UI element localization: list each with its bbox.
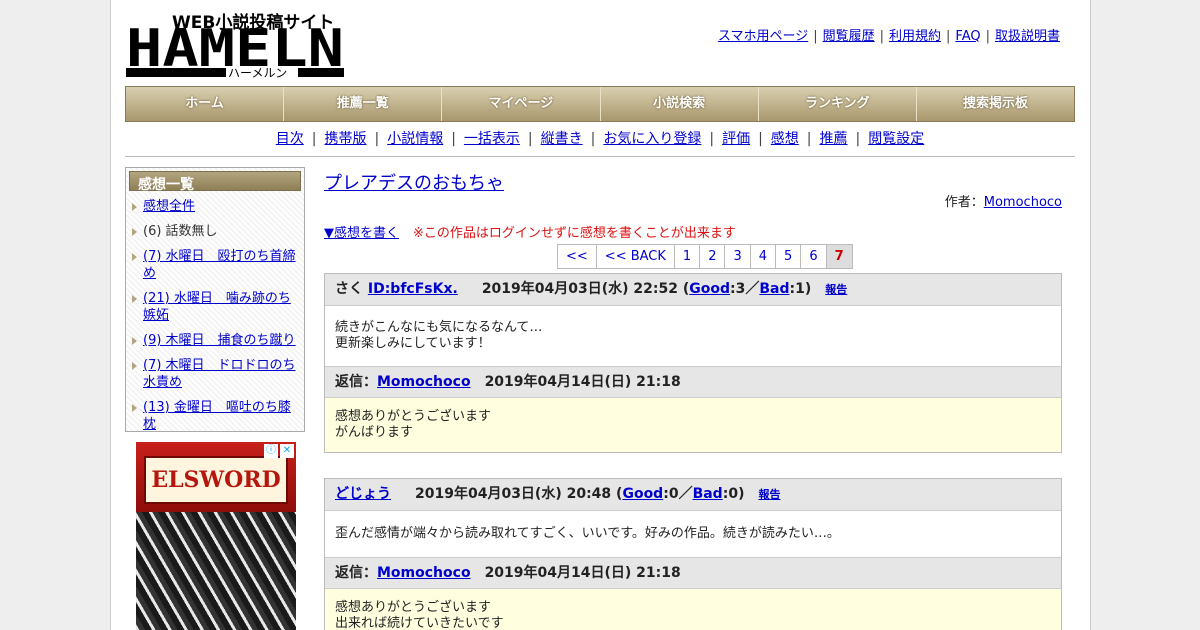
subnav-comments[interactable]: 感想 — [771, 131, 799, 147]
login-warning: ※この作品はログインせずに感想を書くことが出来ます — [413, 226, 736, 241]
comment-header: どじょう 2019年04月03日(水) 20:48 (Good:0／Bad:0) 報… — [325, 479, 1061, 511]
comment-card: どじょう 2019年04月03日(水) 20:48 (Good:0／Bad:0) 報… — [324, 478, 1062, 630]
toplink-manual[interactable]: 取扱説明書 — [995, 29, 1060, 44]
subnav-favorite[interactable]: お気に入り登録 — [603, 131, 701, 147]
toplink-faq[interactable]: FAQ — [955, 29, 980, 44]
pager-page[interactable]: 4 — [750, 245, 777, 268]
ad-brand-logo: ELSWORD — [144, 456, 288, 504]
bad-link[interactable]: Bad — [759, 281, 789, 297]
author-link[interactable]: Momochoco — [984, 195, 1062, 210]
subnav-show-all[interactable]: 一括表示 — [464, 131, 520, 147]
sidebar-title: 感想一覧 — [129, 171, 301, 193]
main-nav: ホーム 推薦一覧 マイページ 小説検索 ランキング 捜索掲示板 — [125, 86, 1075, 122]
nav-home[interactable]: ホーム — [126, 87, 285, 121]
reply-user-link[interactable]: Momochoco — [377, 374, 471, 390]
sidebar-list: 感想全件 (6) 話数無し (7) 水曜日 殴打のち首締め (21) 水曜日 噛… — [129, 194, 301, 437]
reply-label: 返信： — [335, 374, 377, 390]
bad-link[interactable]: Bad — [693, 486, 723, 502]
sidebar-item-episode[interactable]: (13) 金曜日 嘔吐のち膝枕 — [129, 395, 301, 437]
nav-recommendations[interactable]: 推薦一覧 — [284, 87, 443, 121]
subnav-mobile[interactable]: 携帯版 — [324, 131, 366, 147]
close-icon[interactable]: ✕ — [280, 444, 294, 458]
sidebar-item-all[interactable]: 感想全件 — [129, 194, 301, 219]
reply-header: 返信：Momochoco 2019年04月14日(日) 21:18 — [325, 366, 1061, 398]
toplink-history[interactable]: 閲覧履歴 — [823, 29, 875, 44]
bad-count: 0 — [728, 486, 739, 502]
pager-page[interactable]: 1 — [674, 245, 701, 268]
reply-user-link[interactable]: Momochoco — [377, 565, 471, 581]
good-link[interactable]: Good — [689, 281, 730, 297]
pagination: << << BACK 1 2 3 4 5 6 7 — [557, 244, 853, 269]
pager-first[interactable]: << — [558, 245, 597, 268]
pager-page[interactable]: 2 — [700, 245, 726, 268]
pager-back[interactable]: << BACK — [596, 245, 675, 268]
comment-date: 2019年04月03日(水) 22:52 — [481, 281, 678, 297]
author-label: 作者： — [944, 195, 984, 210]
reply-label: 返信： — [335, 565, 377, 581]
novel-subnav: 目次 | 携帯版 | 小説情報 | 一括表示 | 縦書き | お気に入り登録 | 評価 | 感想 | 推薦 | 閲覧… — [275, 131, 925, 147]
comment-header: さく ID:bfcFsKx. 2019年04月03日(水) 22:52 (Good… — [325, 274, 1061, 306]
sidebar-item-episode[interactable]: (9) 木曜日 捕食のち蹴り — [129, 328, 301, 353]
work-title[interactable]: プレアデスのおもちゃ — [324, 169, 504, 195]
toplink-terms[interactable]: 利用規約 — [889, 29, 941, 44]
ad-artwork — [136, 512, 296, 630]
pager-page[interactable]: 5 — [776, 245, 802, 268]
info-icon[interactable]: ⓘ — [264, 444, 278, 458]
sidebar-item-episode[interactable]: (7) 木曜日 ドロドロのち水責め — [129, 353, 301, 395]
comment-date: 2019年04月03日(水) 20:48 — [415, 486, 612, 502]
pager-current-page: 7 — [826, 245, 852, 268]
comment-user-prefix: さく — [335, 281, 368, 297]
pager-page[interactable]: 6 — [801, 245, 827, 268]
toplink-smartphone[interactable]: スマホ用ページ — [718, 29, 808, 44]
page-container: WEB小説投稿サイト HAMELN ハーメルン スマホ用ページ | 閲覧履歴 | 利用規… — [110, 0, 1091, 630]
report-link[interactable]: 報告 — [758, 488, 780, 501]
sidebar-item-episode[interactable]: (7) 水曜日 殴打のち首締め — [129, 244, 301, 286]
logo-kana: ハーメルン — [228, 66, 287, 80]
comment-card: さく ID:bfcFsKx. 2019年04月03日(水) 22:52 (Good… — [324, 273, 1062, 453]
subnav-toc[interactable]: 目次 — [276, 131, 304, 147]
subnav-recommend[interactable]: 推薦 — [820, 131, 848, 147]
nav-novel-search[interactable]: 小説検索 — [601, 87, 759, 121]
reply-header: 返信：Momochoco 2019年04月14日(日) 21:18 — [325, 557, 1061, 589]
reply-date: 2019年04月14日(日) 21:18 — [484, 374, 681, 390]
write-comment-line: ▼感想を書く ※この作品はログインせずに感想を書くことが出来ます — [324, 222, 736, 241]
subnav-rating[interactable]: 評価 — [722, 131, 750, 147]
comment-body: 続きがこんなにも気になるなんて… 更新楽しみにしています！ — [325, 306, 1061, 366]
nav-ranking[interactable]: ランキング — [759, 87, 917, 121]
ad-choices-icons[interactable]: ⓘ ✕ — [264, 444, 294, 458]
sidebar-item-no-episode: (6) 話数無し — [129, 219, 301, 244]
report-link[interactable]: 報告 — [825, 283, 847, 296]
sidebar-item-episode[interactable]: (21) 水曜日 噛み跡のち嫉妬 — [129, 286, 301, 328]
comment-user-link[interactable]: ID:bfcFsKx. — [368, 281, 458, 297]
reply-body: 感想ありがとうございます がんばります — [325, 398, 1061, 452]
bad-count: 1 — [795, 281, 805, 297]
subnav-novel-info[interactable]: 小説情報 — [387, 131, 443, 147]
reply-body: 感想ありがとうございます 出来れば続けていきたいです — [325, 589, 1061, 630]
comment-body: 歪んだ感情が端々から読み取れてすごく、いいです。好みの作品。続きが読みたい…。 — [325, 511, 1061, 557]
author-line: 作者：Momochoco — [945, 191, 1062, 210]
comment-user-link[interactable]: どじょう — [335, 486, 391, 502]
site-logo[interactable]: WEB小説投稿サイト HAMELN ハーメルン — [126, 10, 346, 80]
good-count: 0 — [668, 486, 679, 502]
top-links: スマホ用ページ | 閲覧履歴 | 利用規約 | FAQ | 取扱説明書 — [717, 29, 1060, 44]
good-count: 3 — [735, 281, 746, 297]
reply-date: 2019年04月14日(日) 21:18 — [484, 565, 681, 581]
subnav-view-settings[interactable]: 閲覧設定 — [868, 131, 924, 147]
nav-search-board[interactable]: 捜索掲示板 — [917, 87, 1074, 121]
nav-mypage[interactable]: マイページ — [442, 87, 601, 121]
good-link[interactable]: Good — [622, 486, 663, 502]
divider — [125, 156, 1075, 157]
subnav-vertical[interactable]: 縦書き — [541, 131, 583, 147]
write-comment-link[interactable]: ▼感想を書く — [324, 226, 399, 241]
pager-page[interactable]: 3 — [725, 245, 751, 268]
comment-sidebar: 感想一覧 感想全件 (6) 話数無し (7) 水曜日 殴打のち首締め (21) … — [125, 167, 305, 432]
advertisement[interactable]: ELSWORD ⓘ ✕ — [136, 442, 296, 630]
